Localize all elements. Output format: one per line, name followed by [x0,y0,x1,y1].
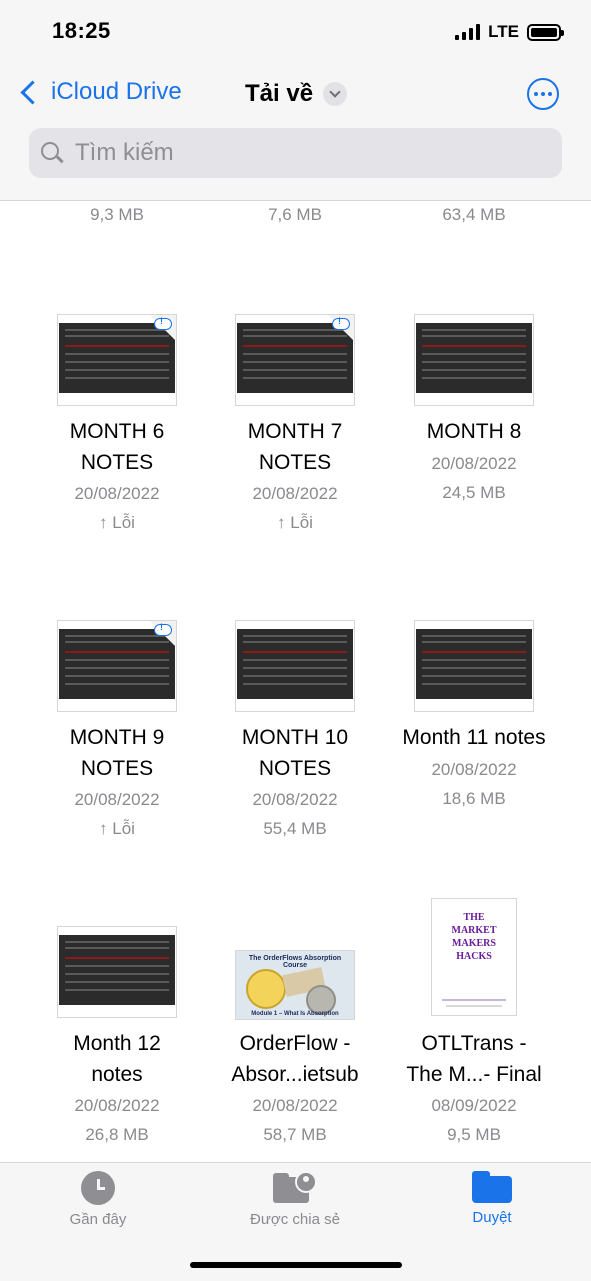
navigation-header: iCloud Drive Tải về [0,64,591,201]
file-name: MONTH 10 [241,726,349,749]
file-date: 20/08/2022 [252,790,338,809]
file-name: Month 11 notes [402,726,546,749]
network-label: LTE [488,22,519,41]
file-size: 55,4 MB [263,819,327,838]
tab-label: Gần đây [69,1211,127,1228]
file-status: ↑ Lỗi [277,513,313,532]
pdf-cover-thumbnail: THE MARKET MAKERS HACKS [431,898,517,1016]
document-thumbnail [57,926,177,1018]
search-icon [41,142,63,164]
tab-label: Được chia sẻ [250,1211,340,1228]
file-date: 20/08/2022 [252,1096,338,1115]
file-size: 9,5 MB [447,1125,501,1144]
cloud-error-icon [332,316,350,330]
file-name: notes [91,1063,143,1086]
document-thumbnail [57,314,177,406]
page-title: Tải về [245,80,314,107]
file-date: 20/08/2022 [74,790,160,809]
status-time: 18:25 [52,18,111,43]
file-name: The M...- Final [406,1063,542,1086]
file-size: 9,3 MB [90,205,144,224]
file-name: MONTH 6 [69,420,165,443]
file-status: ↑ Lỗi [99,819,135,838]
file-size: 24,5 MB [442,483,506,502]
file-date: 08/09/2022 [431,1096,517,1115]
tab-label: Duyệt [472,1209,512,1226]
search-input[interactable] [73,138,527,168]
clock-icon [81,1171,115,1205]
file-date: 20/08/2022 [431,454,517,473]
search-bar[interactable] [29,128,562,178]
document-thumbnail [235,620,355,712]
chevron-left-icon [20,79,45,105]
file-name: MONTH 7 [247,420,343,443]
file-size: 58,7 MB [263,1125,327,1144]
back-button[interactable]: iCloud Drive [18,78,182,106]
file-date: 20/08/2022 [431,760,517,779]
file-date: 20/08/2022 [74,484,160,503]
file-name: NOTES [80,451,154,474]
file-name: NOTES [80,757,154,780]
file-size: 7,6 MB [268,205,322,224]
file-name: OrderFlow - [239,1032,351,1055]
document-thumbnail [235,314,355,406]
cloud-error-icon [154,316,172,330]
document-thumbnail [414,620,534,712]
file-name: Month 12 [73,1032,161,1055]
folder-title-menu[interactable]: Tải về [245,80,348,108]
file-name: NOTES [258,757,332,780]
file-date: 20/08/2022 [74,1096,160,1115]
file-date: 20/08/2022 [252,484,338,503]
chevron-down-icon [323,82,348,106]
file-size: 63,4 MB [442,205,506,224]
folder-icon [472,1171,512,1203]
file-name: MONTH 8 [426,420,522,443]
shared-folder-icon [273,1171,317,1205]
file-name: MONTH 9 [69,726,165,749]
status-bar: 18:25 LTE [0,0,591,64]
file-name: OTLTrans - [421,1032,527,1055]
file-size: 26,8 MB [85,1125,149,1144]
document-thumbnail [414,314,534,406]
file-name: NOTES [258,451,332,474]
tab-shared[interactable]: Được chia sẻ [215,1171,375,1228]
image-thumbnail: The OrderFlows Absorption Course Module … [235,950,355,1020]
tab-browse[interactable]: Duyệt [412,1171,572,1226]
previous-row-sizes: 9,3 MB 7,6 MB 63,4 MB [0,205,591,229]
file-size: 18,6 MB [442,789,506,808]
status-icons: LTE [455,22,564,42]
tab-recent[interactable]: Gần đây [18,1171,178,1228]
signal-icon [455,24,481,40]
home-indicator[interactable] [190,1262,402,1268]
back-label: iCloud Drive [51,78,182,105]
more-options-button[interactable] [527,78,559,110]
document-thumbnail [57,620,177,712]
battery-icon [527,23,564,41]
file-name: Absor...ietsub [231,1063,359,1086]
file-status: ↑ Lỗi [99,513,135,532]
cloud-error-icon [154,622,172,636]
